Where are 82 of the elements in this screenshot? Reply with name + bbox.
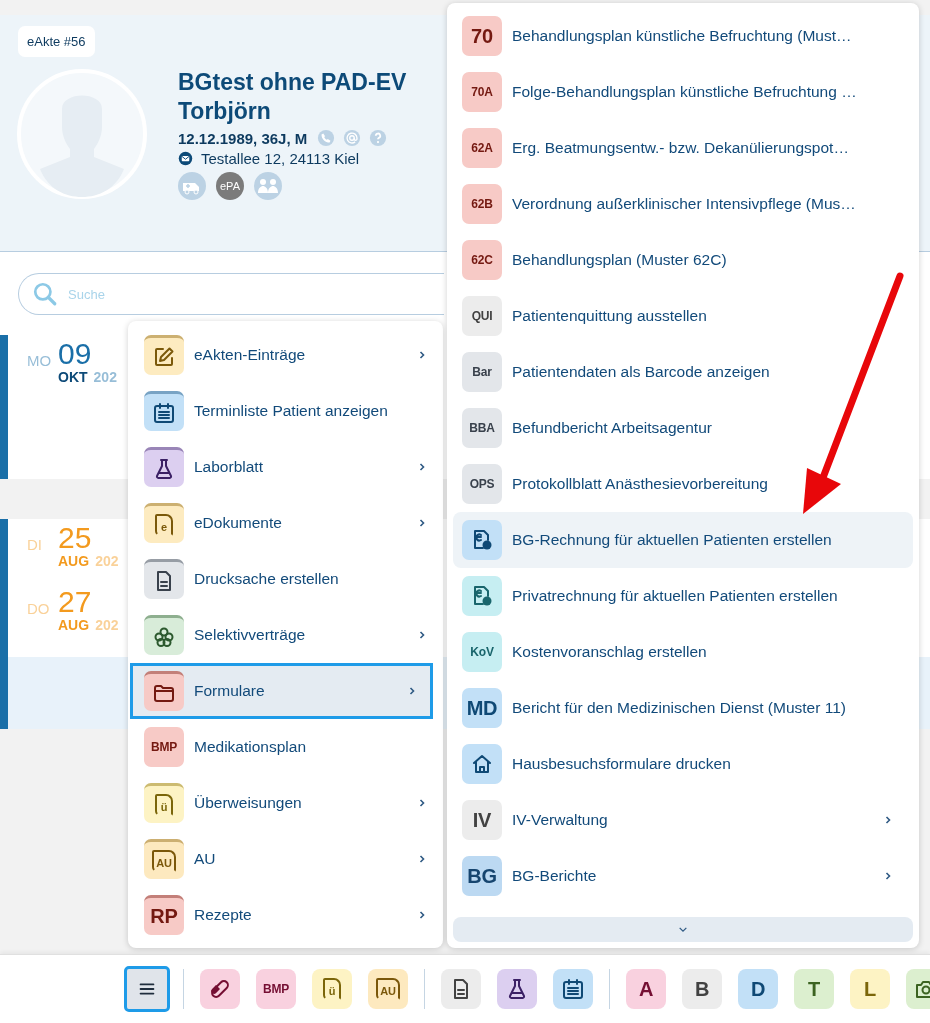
document-letter-button[interactable]: ü [312, 969, 352, 1009]
code-tag: BMP [144, 727, 184, 767]
code-tag: 62A [462, 128, 502, 168]
year-label: 202 [95, 617, 119, 633]
menu-item[interactable]: e eDokumente [128, 495, 443, 551]
menu-item[interactable]: eAkten-Einträge [128, 327, 443, 383]
weekday-label: DO [27, 600, 51, 617]
document-letter-button[interactable]: AU [368, 969, 408, 1009]
code-tag: 62B [462, 184, 502, 224]
code-tag: RP [144, 895, 184, 935]
month-label: AUG [58, 553, 90, 569]
chevron-down-icon [678, 926, 688, 933]
patient-name: BGtest ohne PAD-EV Torbjörn [178, 68, 407, 126]
menu-item[interactable]: IV IV-Verwaltung [453, 792, 913, 848]
code-tag: 70 [462, 16, 502, 56]
menu-item[interactable]: BMP Medikationsplan [128, 719, 443, 775]
code-tag: Bar [462, 352, 502, 392]
year-label: 202 [95, 553, 119, 569]
calendar-button[interactable] [553, 969, 593, 1009]
toolbar-button[interactable]: T [794, 969, 834, 1009]
menu-item[interactable]: 70A Folge-Behandlungsplan künstliche Befruchtung … [453, 64, 913, 120]
code-tag: 70A [462, 72, 502, 112]
code-tag: KoV [462, 632, 502, 672]
menu-item[interactable]: BG-Rechnung für aktuellen Patienten erstellen [453, 512, 913, 568]
toolbar-button[interactable]: B [682, 969, 722, 1009]
menu-item[interactable]: OPS Protokollblatt Anästhesievorbereitung [453, 456, 913, 512]
menu-item[interactable]: KoV Kostenvoranschlag erstellen [453, 624, 913, 680]
avatar-silhouette-icon [17, 69, 147, 199]
pill-button[interactable] [200, 969, 240, 1009]
record-badge: eAkte #56 [18, 26, 95, 57]
menu-item[interactable]: BG BG-Berichte [453, 848, 913, 904]
menu-item[interactable]: AU AU [128, 831, 443, 887]
pill-icon [208, 977, 232, 1001]
menu-item[interactable]: Terminliste Patient anzeigen [128, 383, 443, 439]
menu-item[interactable]: BBA Befundbericht Arbeitsagentur [453, 400, 913, 456]
toolbar-button[interactable]: D [738, 969, 778, 1009]
document-letter-icon: e [144, 503, 184, 543]
day-number: 09 [58, 339, 93, 369]
menu-item[interactable]: 62C Behandlungsplan (Muster 62C) [453, 232, 913, 288]
code-tag: MD [462, 688, 502, 728]
code-tag: BG [462, 856, 502, 896]
year-label: 202 [93, 369, 117, 385]
day-number: 27 [58, 587, 93, 617]
month-label: OKT [58, 369, 88, 385]
epa-badge[interactable]: ePA [216, 172, 244, 200]
document-letter-icon: ü [144, 783, 184, 823]
menu-item[interactable]: Formulare [130, 663, 433, 719]
weekday-label: MO [27, 352, 53, 369]
day-number: 25 [58, 523, 93, 553]
document-letter-icon: AU [144, 839, 184, 879]
search-field[interactable]: Suche [18, 273, 444, 315]
menu-item[interactable]: RP Rezepte [128, 887, 443, 943]
patient-address: Testallee 12, 24113 Kiel [201, 150, 360, 167]
weekday-label: DI [27, 536, 43, 553]
menu-item[interactable]: ü Überweisungen [128, 775, 443, 831]
toolbar-button[interactable]: L [850, 969, 890, 1009]
code-tag: QUI [462, 296, 502, 336]
menu-item[interactable]: MD Bericht für den Medizinischen Dienst (Muster 11) [453, 680, 913, 736]
flask-button[interactable] [497, 969, 537, 1009]
toolbar-button[interactable]: BMP [256, 969, 296, 1009]
menu-item[interactable]: 70 Behandlungsplan künstliche Befruchtung (Must… [453, 8, 913, 64]
code-tag: IV [462, 800, 502, 840]
menu-button[interactable] [127, 969, 167, 1009]
calendar-icon [561, 977, 585, 1001]
menu-item[interactable]: Selektivverträge [128, 607, 443, 663]
code-tag: 62C [462, 240, 502, 280]
code-tag: OPS [462, 464, 502, 504]
toolbar-button[interactable]: A [626, 969, 666, 1009]
menu-item[interactable]: Drucksache erstellen [128, 551, 443, 607]
search-icon [32, 281, 58, 307]
menu-item[interactable]: Privatrechnung für aktuellen Patienten erstellen [453, 568, 913, 624]
envelope-icon [178, 151, 193, 166]
menu-item[interactable]: Hausbesuchsformulare drucken [453, 736, 913, 792]
month-label: AUG [58, 617, 90, 633]
document-button[interactable] [441, 969, 481, 1009]
menu-item[interactable]: Bar Patientendaten als Barcode anzeigen [453, 344, 913, 400]
menu-item[interactable]: QUI Patientenquittung ausstellen [453, 288, 913, 344]
menu-item[interactable]: Laborblatt [128, 439, 443, 495]
menu-item[interactable]: 62A Erg. Beatmungsentw.- bzw. Dekanülierungspot… [453, 120, 913, 176]
menu-item[interactable]: 62B Verordnung außerklinischer Intensivpflege (Mus… [453, 176, 913, 232]
birth-info: 12.12.1989, 36J, M [178, 129, 308, 147]
code-tag: BBA [462, 408, 502, 448]
